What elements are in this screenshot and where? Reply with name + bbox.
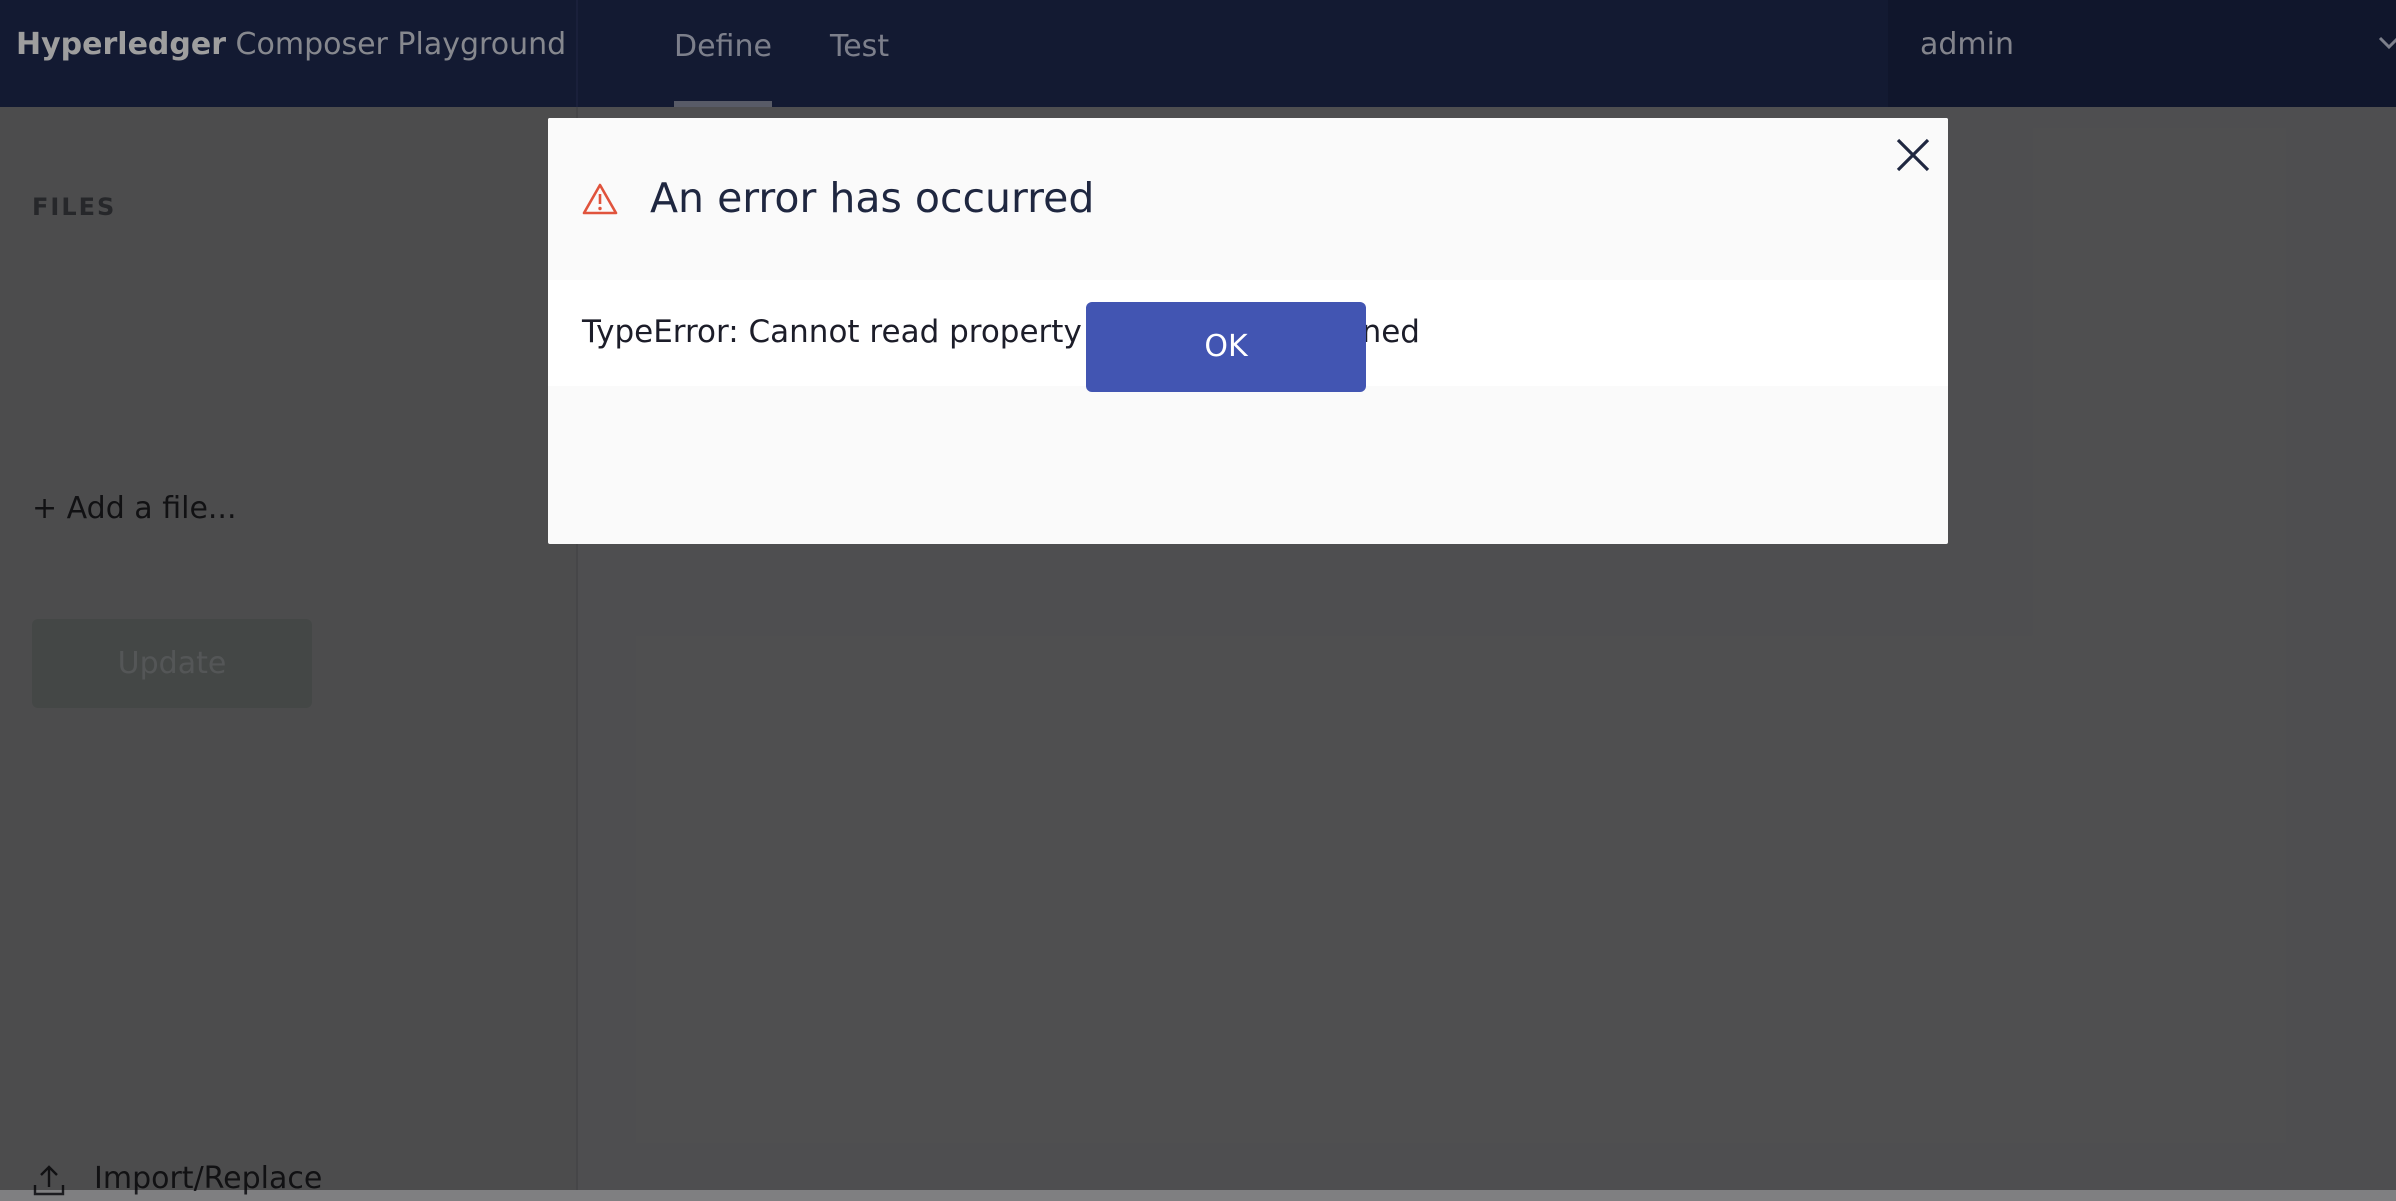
dialog-header: An error has occurred [548, 118, 1948, 280]
dialog-title: An error has occurred [650, 174, 1095, 222]
ok-button[interactable]: OK [1086, 302, 1366, 392]
warning-triangle-icon [582, 183, 618, 215]
close-icon[interactable] [1892, 134, 1934, 176]
